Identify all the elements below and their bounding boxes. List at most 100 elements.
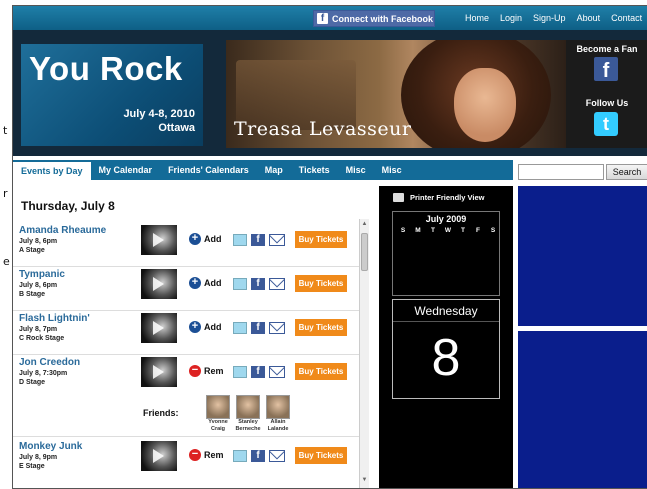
video-thumbnail[interactable]	[141, 269, 177, 299]
facebook-icon[interactable]: f	[251, 366, 265, 378]
tab-misc-1[interactable]: Misc	[338, 160, 374, 180]
play-icon	[153, 233, 164, 247]
festival-logo[interactable]: You Rock July 4-8, 2010 Ottawa	[21, 44, 203, 146]
facebook-icon: f	[317, 13, 328, 24]
friend-avatar[interactable]: Stanley Berneche	[231, 395, 265, 433]
edge-char: e	[3, 255, 10, 268]
event-artist-link[interactable]: Flash Lightnin'	[19, 313, 90, 324]
play-icon	[153, 321, 164, 335]
weekday-header: T	[431, 227, 435, 234]
facebook-icon[interactable]: f	[251, 322, 265, 334]
add-event-button[interactable]: + Add	[189, 233, 222, 245]
event-artist-link[interactable]: Monkey Junk	[19, 441, 82, 452]
friend-first-name: Yvonne	[208, 419, 228, 425]
login-link[interactable]: Login	[500, 13, 522, 23]
remove-event-button[interactable]: − Rem	[189, 365, 224, 377]
contact-link[interactable]: Contact	[611, 13, 642, 23]
tab-friends-calendars[interactable]: Friends' Calendars	[160, 160, 257, 180]
friend-last-name: Craig	[210, 426, 226, 432]
add-event-button[interactable]: + Add	[189, 277, 222, 289]
twitter-icon[interactable]	[233, 322, 247, 334]
twitter-icon[interactable]: t	[594, 112, 618, 136]
search-input[interactable]	[518, 164, 604, 180]
top-links: Home Login Sign-Up About Contact	[465, 13, 647, 23]
facebook-icon[interactable]: f	[594, 57, 618, 81]
ad-banner-bottom[interactable]	[518, 331, 647, 488]
weekday-header: W	[444, 227, 452, 234]
video-thumbnail[interactable]	[141, 225, 177, 255]
signup-link[interactable]: Sign-Up	[533, 13, 566, 23]
search-button[interactable]: Search	[606, 164, 647, 180]
artist-banner-photo: Treasa Levasseur	[226, 40, 566, 148]
twitter-icon[interactable]	[233, 278, 247, 290]
printer-icon	[393, 193, 404, 202]
list-item: Jon Creedon July 8, 7:30pm D Stage − Rem …	[13, 357, 359, 437]
social-panel: Become a Fan f Follow Us t	[566, 40, 647, 148]
buy-tickets-button[interactable]: Buy Tickets	[295, 231, 347, 248]
friend-avatar[interactable]: Yvonne Craig	[201, 395, 235, 433]
events-scrollbar[interactable]: ▲ ▼	[359, 219, 369, 488]
event-stage: D Stage	[19, 379, 46, 386]
remove-event-button[interactable]: − Rem	[189, 449, 224, 461]
tab-my-calendar[interactable]: My Calendar	[91, 160, 161, 180]
event-artist-link[interactable]: Amanda Rheaume	[19, 225, 106, 236]
banner: You Rock July 4-8, 2010 Ottawa Treasa Le…	[13, 30, 647, 156]
friend-first-name: Allain	[270, 419, 286, 425]
event-artist-link[interactable]: Tympanic	[19, 269, 65, 280]
share-icons: f	[233, 322, 285, 334]
scroll-thumb[interactable]	[361, 233, 368, 271]
buy-tickets-button[interactable]: Buy Tickets	[295, 319, 347, 336]
event-time: July 8, 6pm	[19, 238, 58, 245]
facebook-icon[interactable]: f	[251, 234, 265, 246]
event-stage: E Stage	[19, 463, 45, 470]
buy-tickets-button[interactable]: Buy Tickets	[295, 363, 347, 380]
scroll-down-icon[interactable]: ▼	[361, 477, 368, 486]
facebook-icon[interactable]: f	[251, 278, 265, 290]
event-stage: B Stage	[19, 291, 46, 298]
weekday-header: S	[400, 227, 406, 234]
email-icon[interactable]	[269, 278, 285, 290]
printer-friendly-link[interactable]: Printer Friendly View	[393, 193, 484, 202]
video-thumbnail[interactable]	[141, 357, 177, 387]
selected-day-number: 8	[431, 329, 461, 387]
artist-name: Treasa Levasseur	[234, 118, 412, 140]
friend-last-name: Berneche	[235, 426, 261, 432]
ad-banner-top[interactable]	[518, 186, 647, 326]
festival-dates: July 4-8, 2010	[123, 108, 195, 120]
events-list: Amanda Rheaume July 8, 6pm A Stage + Add …	[13, 219, 369, 488]
video-thumbnail[interactable]	[141, 441, 177, 471]
event-artist-link[interactable]: Jon Creedon	[19, 357, 80, 368]
buy-tickets-button[interactable]: Buy Tickets	[295, 275, 347, 292]
tab-tickets[interactable]: Tickets	[291, 160, 338, 180]
facebook-icon[interactable]: f	[251, 450, 265, 462]
event-time: July 8, 7pm	[19, 326, 58, 333]
twitter-icon[interactable]	[233, 450, 247, 462]
twitter-icon[interactable]	[233, 366, 247, 378]
video-thumbnail[interactable]	[141, 313, 177, 343]
facebook-connect-button[interactable]: f Connect with Facebook	[313, 10, 435, 27]
email-icon[interactable]	[269, 366, 285, 378]
email-icon[interactable]	[269, 322, 285, 334]
email-icon[interactable]	[269, 234, 285, 246]
email-icon[interactable]	[269, 450, 285, 462]
twitter-icon[interactable]	[233, 234, 247, 246]
edge-char: t	[3, 124, 8, 137]
home-link[interactable]: Home	[465, 13, 489, 23]
selected-day-box: Wednesday 8	[392, 299, 500, 399]
top-bar: f Connect with Facebook Home Login Sign-…	[13, 6, 647, 30]
buy-tickets-button[interactable]: Buy Tickets	[295, 447, 347, 464]
tab-events-by-day[interactable]: Events by Day	[13, 160, 91, 180]
add-event-button[interactable]: + Add	[189, 321, 222, 333]
tab-map[interactable]: Map	[257, 160, 291, 180]
scroll-up-icon[interactable]: ▲	[361, 221, 368, 230]
play-icon	[153, 449, 164, 463]
plus-icon: +	[189, 277, 201, 289]
follow-us-label: Follow Us	[585, 98, 629, 108]
event-stage: A Stage	[19, 247, 45, 254]
tab-misc-2[interactable]: Misc	[374, 160, 410, 180]
remove-label: Rem	[204, 450, 224, 460]
avatar	[206, 395, 230, 419]
friend-avatar[interactable]: Allain Lalande	[261, 395, 295, 433]
about-link[interactable]: About	[577, 13, 601, 23]
weekday-header: S	[490, 227, 496, 234]
